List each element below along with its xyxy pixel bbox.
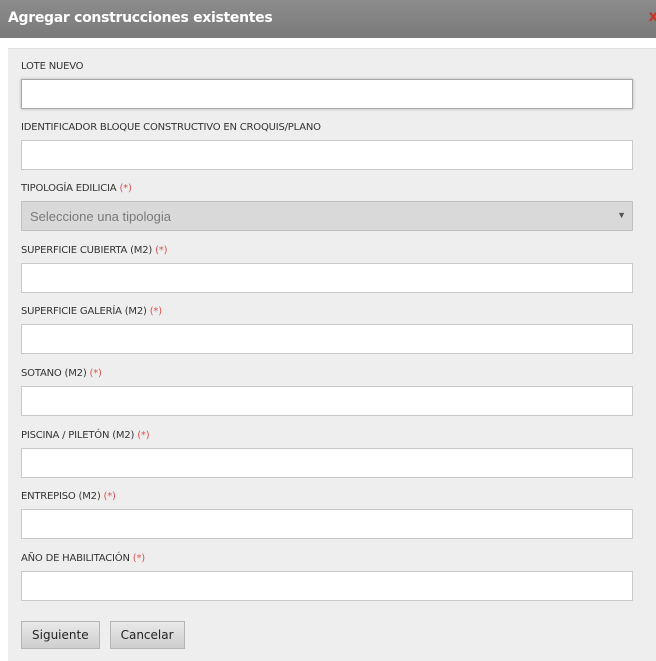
identificador-label: IDENTIFICADOR BLOQUE CONSTRUCTIVO EN CRO… xyxy=(21,122,321,133)
lote-nuevo-input[interactable] xyxy=(21,79,633,109)
field-tipologia: TIPOLOGÍA EDILICIA (*) Seleccione una tip… xyxy=(21,181,633,231)
form-panel: LOTE NUEVO IDENTIFICADOR BLOQUE CONSTRUC… xyxy=(8,48,656,661)
sotano-input[interactable] xyxy=(21,386,633,416)
piscina-input[interactable] xyxy=(21,448,633,478)
piscina-label-text: PISCINA / PILETÓN (M2) xyxy=(21,430,135,441)
close-icon[interactable]: x xyxy=(648,9,656,24)
chevron-down-icon: ▼ xyxy=(617,210,626,220)
field-piscina: PISCINA / PILETÓN (M2) (*) xyxy=(21,428,633,478)
sotano-label: SOTANO (M2) (*) xyxy=(21,366,633,382)
dialog-titlebar: Agregar construcciones existentes x xyxy=(0,0,656,38)
field-superficie-galeria: SUPERFICIE GALERÍA (M2) (*) xyxy=(21,304,633,354)
tipologia-label: TIPOLOGÍA EDILICIA (*) xyxy=(21,181,633,197)
tipologia-select[interactable]: Seleccione una tipologia ▼ xyxy=(21,201,633,231)
superficie-cubierta-input[interactable] xyxy=(21,263,633,293)
superficie-cubierta-label: SUPERFICIE CUBIERTA (M2) (*) xyxy=(21,243,633,259)
anio-habilitacion-label: AÑO DE HABILITACIÓN (*) xyxy=(21,551,633,567)
sotano-label-text: SOTANO (M2) xyxy=(21,368,87,379)
identificador-input[interactable] xyxy=(21,140,633,170)
superficie-galeria-label-text: SUPERFICIE GALERÍA (M2) xyxy=(21,306,147,317)
entrepiso-label: ENTREPISO (M2) (*) xyxy=(21,489,633,505)
entrepiso-input[interactable] xyxy=(21,509,633,539)
field-identificador: IDENTIFICADOR BLOQUE CONSTRUCTIVO EN CRO… xyxy=(21,120,633,170)
next-button[interactable]: Siguiente xyxy=(21,621,100,649)
field-anio-habilitacion: AÑO DE HABILITACIÓN (*) xyxy=(21,551,633,601)
field-lote-nuevo: LOTE NUEVO xyxy=(21,59,633,109)
superficie-galeria-label: SUPERFICIE GALERÍA (M2) (*) xyxy=(21,304,633,320)
form-actions: Siguiente Cancelar xyxy=(21,621,195,649)
field-entrepiso: ENTREPISO (M2) (*) xyxy=(21,489,633,539)
field-superficie-cubierta: SUPERFICIE CUBIERTA (M2) (*) xyxy=(21,243,633,293)
required-marker: (*) xyxy=(149,306,162,317)
piscina-label: PISCINA / PILETÓN (M2) (*) xyxy=(21,428,633,444)
required-marker: (*) xyxy=(155,245,168,256)
superficie-cubierta-label-text: SUPERFICIE CUBIERTA (M2) xyxy=(21,245,153,256)
cancel-button[interactable]: Cancelar xyxy=(109,621,185,649)
tipologia-label-text: TIPOLOGÍA EDILICIA xyxy=(21,183,117,194)
required-marker: (*) xyxy=(137,430,150,441)
entrepiso-label-text: ENTREPISO (M2) xyxy=(21,491,101,502)
anio-habilitacion-label-text: AÑO DE HABILITACIÓN xyxy=(21,553,130,564)
dialog-title: Agregar construcciones existentes xyxy=(8,10,273,26)
required-marker: (*) xyxy=(119,183,132,194)
tipologia-selected-value: Seleccione una tipologia xyxy=(30,209,171,224)
required-marker: (*) xyxy=(89,368,102,379)
superficie-galeria-input[interactable] xyxy=(21,324,633,354)
lote-nuevo-label: LOTE NUEVO xyxy=(21,61,84,72)
required-marker: (*) xyxy=(103,491,116,502)
anio-habilitacion-input[interactable] xyxy=(21,571,633,601)
required-marker: (*) xyxy=(132,553,145,564)
field-sotano: SOTANO (M2) (*) xyxy=(21,366,633,416)
